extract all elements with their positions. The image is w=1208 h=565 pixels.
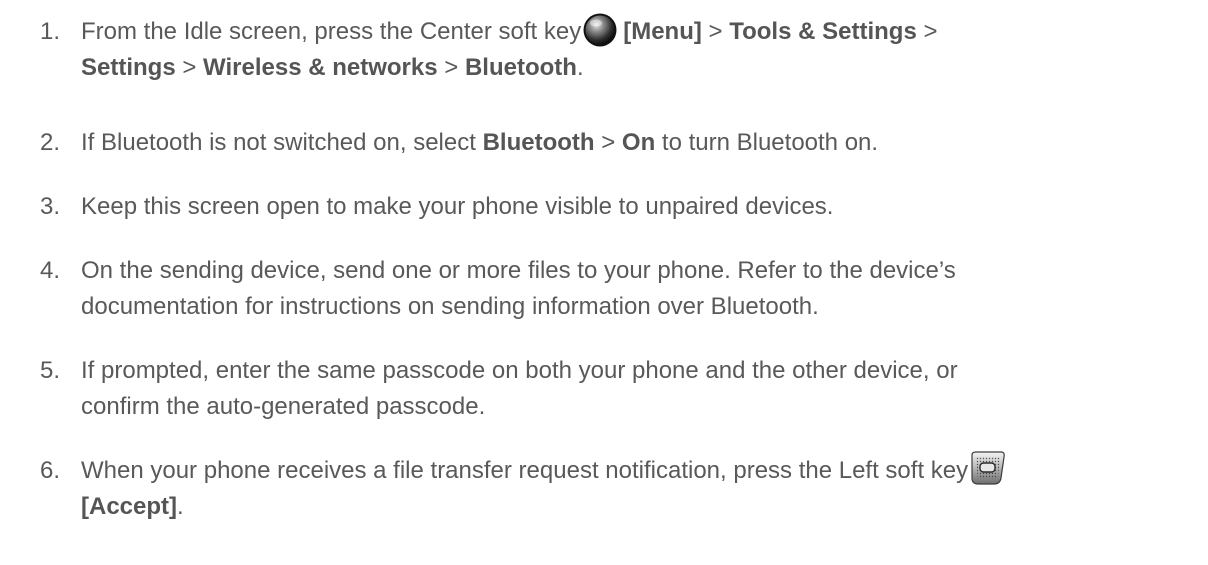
step-text: If prompted, enter the same passcode on … (81, 353, 1186, 425)
center-soft-key-icon (583, 13, 617, 47)
step-text-segment: > (437, 54, 465, 81)
step-text: On the sending device, send one or more … (81, 253, 1186, 325)
step-number: 5. (40, 357, 61, 384)
step-line: confirm the auto-generated passcode. (81, 393, 486, 420)
instruction-steps: 1. From the Idle screen, press the Cente… (0, 0, 1208, 565)
step-bold-segment: [Accept] (81, 493, 178, 520)
step-number: 1. (40, 18, 61, 45)
step-text-segment: . (576, 54, 584, 81)
step-text-segment: > (175, 54, 204, 81)
step-number: 3. (40, 193, 61, 220)
step-line: Keep this screen open to make your phone… (81, 193, 834, 220)
step-text-segment: From the Idle screen, press the Center s… (81, 18, 582, 45)
step-line: On the sending device, send one or more … (81, 257, 956, 284)
step-text: If Bluetooth is not switched on, select … (81, 125, 1186, 161)
step-text-segment: . (177, 493, 184, 520)
step-line: When your phone receives a file transfer… (81, 451, 1186, 489)
step-text-segment: When your phone receives a file transfer… (81, 457, 969, 484)
step-text-segment: > (701, 18, 730, 45)
step-bold-segment: Tools & Settings (729, 18, 917, 45)
step-bold-segment: Bluetooth (464, 54, 577, 81)
step-bold-segment: [Menu] (623, 18, 702, 45)
step-line: [Accept]. (81, 489, 1186, 525)
step-line: From the Idle screen, press the Center s… (81, 13, 1186, 50)
step-bold-segment: Settings (81, 54, 176, 81)
step-text: Keep this screen open to make your phone… (81, 189, 1186, 225)
step-bold-segment: On (621, 129, 656, 156)
step-text-segment: to turn Bluetooth on. (655, 129, 879, 156)
step-text-segment: If Bluetooth is not switched on, select (81, 129, 483, 156)
step-number: 2. (40, 129, 61, 156)
step-bold-segment: Wireless & networks (203, 54, 438, 81)
step-line: If Bluetooth is not switched on, select … (81, 125, 1186, 161)
step-line: documentation for instructions on sendin… (81, 293, 819, 320)
step-number: 6. (40, 457, 61, 484)
step-text: When your phone receives a file transfer… (81, 451, 1186, 525)
step-text-segment: > (594, 129, 622, 156)
step-line: Settings > Wireless & networks > Bluetoo… (81, 50, 1186, 86)
step-number: 4. (40, 257, 61, 284)
step-text: From the Idle screen, press the Center s… (81, 13, 1186, 86)
left-soft-key-icon (971, 451, 1005, 485)
step-line: If prompted, enter the same passcode on … (81, 357, 958, 384)
step-text-segment: > (916, 18, 938, 45)
step-bold-segment: Bluetooth (482, 129, 595, 156)
